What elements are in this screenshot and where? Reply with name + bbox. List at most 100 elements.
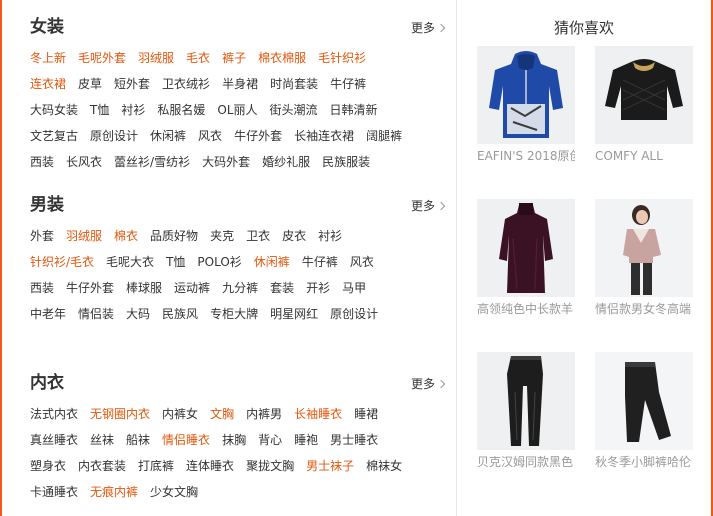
- category-link[interactable]: 毛衣: [186, 51, 210, 65]
- category-link[interactable]: T恤: [166, 255, 185, 269]
- category-link[interactable]: 羽绒服: [138, 51, 174, 65]
- category-link[interactable]: 羽绒服: [66, 229, 102, 243]
- category-link[interactable]: 马甲: [342, 281, 366, 295]
- category-link[interactable]: 内衣套装: [78, 459, 126, 473]
- more-label: 更多: [410, 21, 435, 35]
- category-link[interactable]: 丝袜: [90, 433, 114, 447]
- category-link[interactable]: 牛仔外套: [234, 129, 282, 143]
- category-link[interactable]: 半身裙: [222, 77, 258, 91]
- category-link[interactable]: 蕾丝衫/雪纺衫: [114, 155, 190, 169]
- category-link[interactable]: 夹克: [210, 229, 234, 243]
- category-link[interactable]: 休闲裤: [150, 129, 186, 143]
- product-card[interactable]: 情侣款男女冬高端: [595, 199, 693, 317]
- category-link[interactable]: 九分裤: [222, 281, 258, 295]
- category-link[interactable]: 中老年: [30, 307, 66, 321]
- category-link[interactable]: 大码外套: [202, 155, 250, 169]
- category-link[interactable]: 内裤男: [246, 407, 282, 421]
- category-link[interactable]: 专柜大牌: [210, 307, 258, 321]
- category-link[interactable]: 衬衫: [121, 103, 145, 117]
- category-link[interactable]: 聚拢文胸: [246, 459, 294, 473]
- category-link[interactable]: 长袖睡衣: [294, 407, 342, 421]
- category-link[interactable]: T恤: [90, 103, 109, 117]
- category-link[interactable]: 套装: [270, 281, 294, 295]
- category-link[interactable]: 卫衣绒衫: [162, 77, 210, 91]
- category-link[interactable]: 内裤女: [162, 407, 198, 421]
- category-link[interactable]: 牛仔裤: [302, 255, 338, 269]
- category-link[interactable]: 婚纱礼服: [262, 155, 310, 169]
- category-link[interactable]: 皮草: [78, 77, 102, 91]
- category-link[interactable]: 毛针织衫: [318, 51, 366, 65]
- category-link[interactable]: 男士睡衣: [330, 433, 378, 447]
- category-link[interactable]: 抹胸: [222, 433, 246, 447]
- category-link[interactable]: 毛呢外套: [78, 51, 126, 65]
- category-link[interactable]: 时尚套装: [270, 77, 318, 91]
- category-link[interactable]: 民族服装: [322, 155, 370, 169]
- category-link[interactable]: 裤子: [222, 51, 246, 65]
- category-link[interactable]: 皮衣: [282, 229, 306, 243]
- category-link[interactable]: 卫衣: [246, 229, 270, 243]
- category-link[interactable]: 连衣裙: [30, 77, 66, 91]
- category-link[interactable]: 西装: [30, 281, 54, 295]
- category-link[interactable]: 船袜: [126, 433, 150, 447]
- product-card[interactable]: EAFIN'S 2018原创: [477, 46, 575, 164]
- category-link[interactable]: 日韩清新: [330, 103, 378, 117]
- category-link[interactable]: 情侣睡衣: [162, 433, 210, 447]
- category-link[interactable]: 少女文胸: [150, 485, 198, 499]
- category-link[interactable]: 外套: [30, 229, 54, 243]
- category-link[interactable]: 衬衫: [318, 229, 342, 243]
- category-link[interactable]: 长袖连衣裙: [294, 129, 354, 143]
- product-card[interactable]: COMFY ALL: [595, 46, 693, 164]
- category-link[interactable]: 运动裤: [174, 281, 210, 295]
- product-card[interactable]: 贝克汉姆同款黑色: [477, 352, 575, 470]
- category-link[interactable]: 阔腿裤: [366, 129, 402, 143]
- category-link[interactable]: 睡裙: [354, 407, 378, 421]
- category-link[interactable]: 打底裤: [138, 459, 174, 473]
- category-link[interactable]: 卡通睡衣: [30, 485, 78, 499]
- category-link[interactable]: 牛仔裤: [330, 77, 366, 91]
- category-link[interactable]: 开衫: [306, 281, 330, 295]
- category-link[interactable]: 民族风: [162, 307, 198, 321]
- mens-more-link[interactable]: 更多: [411, 198, 446, 214]
- category-link[interactable]: 短外套: [114, 77, 150, 91]
- category-link[interactable]: 明星网红: [270, 307, 318, 321]
- category-link[interactable]: OL丽人: [217, 103, 257, 117]
- category-link[interactable]: 无痕内裤: [90, 485, 138, 499]
- underwear-more-link[interactable]: 更多: [411, 376, 446, 392]
- category-link[interactable]: 连体睡衣: [186, 459, 234, 473]
- black-leather-pants-image: [477, 352, 575, 450]
- category-link[interactable]: 塑身衣: [30, 459, 66, 473]
- category-link[interactable]: 针织衫/毛衣: [30, 255, 94, 269]
- category-link[interactable]: 大码: [126, 307, 150, 321]
- category-link[interactable]: 休闲裤: [254, 255, 290, 269]
- womens-more-link[interactable]: 更多: [410, 20, 446, 36]
- category-link[interactable]: 棒球服: [126, 281, 162, 295]
- category-link[interactable]: 情侣装: [78, 307, 114, 321]
- category-link[interactable]: 文艺复古: [30, 129, 78, 143]
- product-card[interactable]: 高领纯色中长款羊: [477, 199, 575, 317]
- category-link[interactable]: 法式内衣: [30, 407, 78, 421]
- category-link[interactable]: 棉衣: [114, 229, 138, 243]
- category-link[interactable]: 真丝睡衣: [30, 433, 78, 447]
- category-link[interactable]: 文胸: [210, 407, 234, 421]
- product-card[interactable]: 秋冬季小脚裤哈伦: [595, 352, 693, 470]
- category-link[interactable]: 原创设计: [90, 129, 138, 143]
- category-link[interactable]: 睡袍: [294, 433, 318, 447]
- category-link[interactable]: 私服名媛: [157, 103, 205, 117]
- category-link[interactable]: POLO衫: [197, 255, 241, 269]
- category-link[interactable]: 无钢圈内衣: [90, 407, 150, 421]
- category-link[interactable]: 棉衣棉服: [258, 51, 306, 65]
- category-link[interactable]: 风衣: [198, 129, 222, 143]
- category-link[interactable]: 背心: [258, 433, 282, 447]
- category-link[interactable]: 风衣: [350, 255, 374, 269]
- category-link[interactable]: 毛呢大衣: [106, 255, 154, 269]
- category-link[interactable]: 大码女装: [30, 103, 78, 117]
- category-link[interactable]: 冬上新: [30, 51, 66, 65]
- category-link[interactable]: 男士袜子: [306, 459, 354, 473]
- category-link[interactable]: 长风衣: [66, 155, 102, 169]
- category-link[interactable]: 街头潮流: [270, 103, 318, 117]
- category-link[interactable]: 牛仔外套: [66, 281, 114, 295]
- category-link[interactable]: 原创设计: [330, 307, 378, 321]
- category-link[interactable]: 棉袜女: [366, 459, 402, 473]
- category-link[interactable]: 品质好物: [150, 229, 198, 243]
- category-link[interactable]: 西装: [30, 155, 54, 169]
